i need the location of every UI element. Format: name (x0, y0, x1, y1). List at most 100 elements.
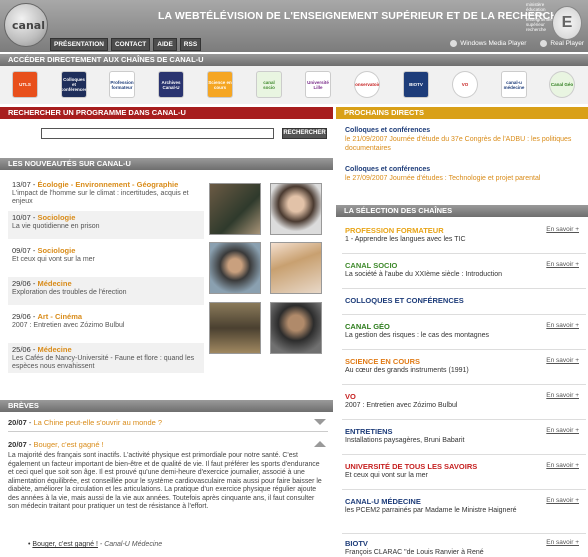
selection-sub[interactable]: La gestion des risques : le cas des mont… (345, 332, 583, 341)
item-category[interactable]: Écologie - Environnement - Géographie (37, 180, 178, 189)
selection-item[interactable]: UNIVERSITÉ DE TOUS LES SAVOIRS Et ceux q… (345, 462, 583, 481)
channel-profession-formateur-icon[interactable]: Profession formateur (109, 71, 135, 98)
item-date: 25/06 (12, 345, 31, 354)
windows-media-player-link[interactable]: Windows Media Player (450, 40, 526, 47)
channel-vo-icon[interactable]: VO (452, 71, 478, 98)
more-link[interactable]: En savoir + (546, 226, 579, 233)
selection-sub[interactable]: La société à l'aube du XXIème siècle : I… (345, 271, 583, 280)
search-button[interactable]: RECHERCHER (282, 128, 327, 139)
divider (342, 384, 586, 385)
selection-item[interactable]: CANAL-U MÉDECINE les PCEM2 parrainés par… (345, 497, 583, 516)
selection-sub[interactable]: 1 - Apprendre les langues avec les TIC (345, 236, 583, 245)
item-category[interactable]: Médecine (37, 279, 71, 288)
direct-item[interactable]: Colloques et conférences le 21/09/2007 J… (345, 126, 585, 153)
channel-science-en-cours-icon[interactable]: Science en cours (207, 71, 233, 98)
item-date: 09/07 (12, 246, 31, 255)
selection-item[interactable]: CANAL GÉO La gestion des risques : le ca… (345, 322, 583, 341)
more-link[interactable]: En savoir + (546, 462, 579, 469)
thumbnail-image[interactable] (209, 183, 261, 235)
direct-desc[interactable]: le 21/09/2007 Journée d'étude du 37e Con… (345, 135, 585, 153)
list-item[interactable]: 29/06 - Médecine Exploration des trouble… (8, 277, 204, 305)
breve-link-text[interactable]: Bouger, c'est gagné ! (32, 541, 98, 548)
more-link[interactable]: En savoir + (546, 539, 579, 546)
breve-link-suffix: - Canal-U Médecine (97, 541, 163, 548)
selection-item[interactable]: CANAL SOCIO La société à l'aube du XXIèm… (345, 261, 583, 280)
top-nav: PRÉSENTATION CONTACT AIDE RSS (50, 38, 202, 51)
logo-text: canal (12, 19, 45, 32)
breve-item[interactable]: 20/07 - Bouger, c'est gagné ! (8, 440, 328, 449)
divider (342, 489, 586, 490)
canal-u-logo[interactable]: canal (4, 3, 48, 47)
breves-title: BRÈVES (0, 400, 333, 412)
direct-desc[interactable]: le 27/09/2007 Journée d'études : Technol… (345, 174, 585, 183)
channel-utls-icon[interactable]: UTLS (12, 71, 38, 98)
selection-sub[interactable]: Installations paysagères, Bruni Babarit (345, 437, 583, 446)
channel-conservatoire-icon[interactable]: Conservatoire (354, 71, 380, 98)
list-item[interactable]: 29/06 - Art - Cinéma 2007 : Entretien av… (8, 310, 204, 338)
real-player-label: Real Player (550, 40, 584, 48)
breve-item[interactable]: 20/07 - La Chine peut-elle s'ouvrir au m… (8, 418, 328, 427)
more-link[interactable]: En savoir + (546, 322, 579, 329)
more-link[interactable]: En savoir + (546, 427, 579, 434)
thumbnail-image[interactable] (270, 302, 322, 354)
player-links: Windows Media Player Real Player (450, 40, 584, 47)
thumbnail-image[interactable] (209, 302, 261, 354)
breve-link[interactable]: • Bouger, c'est gagné ! - Canal-U Médeci… (28, 541, 162, 548)
breve-title[interactable]: Bouger, c'est gagné ! (33, 440, 103, 449)
divider (342, 288, 586, 289)
direct-title[interactable]: Colloques et conférences (345, 165, 585, 174)
nav-contact[interactable]: CONTACT (110, 38, 151, 51)
channel-medecine-icon[interactable]: canal-u médecine (501, 71, 527, 98)
nav-presentation[interactable]: PRÉSENTATION (50, 38, 108, 51)
selection-item[interactable]: VO 2007 : Entretien avec Zózimo Bulbul E… (345, 392, 583, 411)
list-item[interactable]: 13/07 - Écologie - Environnement - Géogr… (8, 178, 204, 206)
item-category[interactable]: Sociologie (37, 246, 75, 255)
breve-title[interactable]: La Chine peut-elle s'ouvrir au monde ? (33, 418, 162, 427)
expand-arrow-icon[interactable] (314, 419, 326, 425)
selection-name[interactable]: COLLOQUES ET CONFÉRENCES (345, 296, 583, 305)
breve-body: La majorité des français sont inactifs. … (8, 452, 322, 510)
site-header: canal LA WEBTÉLÉVISION DE L'ENSEIGNEMENT… (0, 0, 588, 52)
channel-canal-socio-icon[interactable]: canal socio (256, 71, 282, 98)
more-link[interactable]: En savoir + (546, 357, 579, 364)
direct-item[interactable]: Colloques et conférences le 27/09/2007 J… (345, 165, 585, 183)
more-link[interactable]: En savoir + (546, 392, 579, 399)
more-link[interactable]: En savoir + (546, 261, 579, 268)
channel-lille-icon[interactable]: Université Lille (305, 71, 331, 98)
more-link[interactable]: En savoir + (546, 497, 579, 504)
item-date: 10/07 (12, 213, 31, 222)
selection-sub[interactable]: Et ceux qui vont sur la mer (345, 472, 583, 481)
selection-item[interactable]: COLLOQUES ET CONFÉRENCES (345, 296, 583, 305)
real-player-link[interactable]: Real Player (540, 40, 584, 47)
selection-item[interactable]: SCIENCE EN COURS Au cœur des grands inst… (345, 357, 583, 376)
channel-canal-geo-icon[interactable]: Canal Géo (549, 71, 575, 98)
nav-aide[interactable]: AIDE (153, 38, 177, 51)
directs-list: Colloques et conférences le 21/09/2007 J… (345, 126, 585, 195)
thumbnail-image[interactable] (209, 242, 261, 294)
selection-item[interactable]: BIOTV François CLARAC "de Louis Ranvier … (345, 539, 583, 557)
item-category[interactable]: Art - Cinéma (37, 312, 82, 321)
item-category[interactable]: Médecine (37, 345, 71, 354)
search-input[interactable] (41, 128, 274, 139)
thumbnail-image[interactable] (270, 242, 322, 294)
list-item[interactable]: 09/07 - Sociologie Et ceux qui vont sur … (8, 244, 204, 272)
item-category[interactable]: Sociologie (37, 213, 75, 222)
channel-archives-icon[interactable]: Archives Canal-U (158, 71, 184, 98)
selection-sub[interactable]: François CLARAC "de Louis Ranvier à René (345, 549, 583, 557)
thumbnail-image[interactable] (270, 183, 322, 235)
list-item[interactable]: 25/06 - Médecine Les Cafés de Nancy-Univ… (8, 343, 204, 373)
nav-rss[interactable]: RSS (179, 38, 202, 51)
selection-sub[interactable]: les PCEM2 parrainés par Madame le Minist… (345, 507, 583, 516)
collapse-arrow-icon[interactable] (314, 441, 326, 447)
directs-title: PROCHAINS DIRECTS (336, 107, 588, 119)
selection-sub[interactable]: 2007 : Entretien avec Zózimo Bulbul (345, 402, 583, 411)
selection-item[interactable]: PROFESSION FORMATEUR 1 - Apprendre les l… (345, 226, 583, 245)
selection-item[interactable]: ENTRETIENS Installations paysagères, Bru… (345, 427, 583, 446)
direct-title[interactable]: Colloques et conférences (345, 126, 585, 135)
channel-colloques-icon[interactable]: Colloques et conférences (61, 71, 87, 98)
divider (342, 533, 586, 534)
selection-sub[interactable]: Au cœur des grands instruments (1991) (345, 367, 583, 376)
list-item[interactable]: 10/07 - Sociologie La vie quotidienne en… (8, 211, 204, 239)
selection-title: LA SÉLECTION DES CHAÎNES (336, 205, 588, 217)
channel-biotv-icon[interactable]: BIOTV (403, 71, 429, 98)
